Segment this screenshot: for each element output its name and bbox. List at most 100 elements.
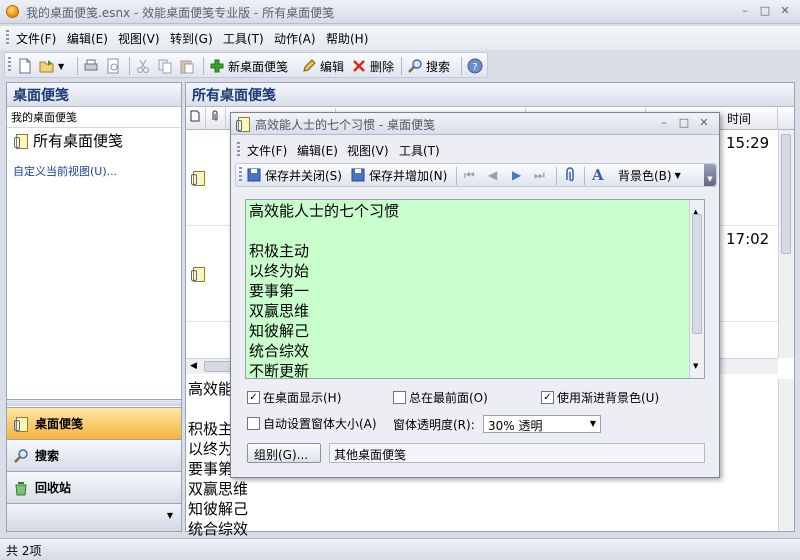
close-button[interactable]: ✕: [695, 115, 713, 131]
nav-splitter[interactable]: [7, 399, 181, 406]
scroll-down-icon[interactable]: ▼: [693, 356, 698, 376]
print-preview-button[interactable]: [105, 56, 121, 76]
window-title: 我的桌面便笺.esnx - 效能桌面便笺专业版 - 所有桌面便笺: [26, 6, 335, 20]
checkbox-checked[interactable]: ✓: [541, 391, 554, 404]
note-line: 以终为始: [249, 262, 310, 280]
scroll-left-icon[interactable]: ◀: [190, 361, 197, 371]
note-window-controls: – □ ✕: [655, 115, 713, 131]
copy-button[interactable]: [157, 56, 173, 76]
group-button[interactable]: 组别(G)...: [247, 443, 321, 463]
nav-folder-all-notes[interactable]: 所有桌面便笺: [7, 128, 181, 153]
checkbox-unchecked[interactable]: [393, 391, 406, 404]
menu-tools[interactable]: 工具(T): [223, 30, 264, 47]
menu-goto[interactable]: 转到(G): [170, 30, 213, 47]
nav-button-notes-label: 桌面便笺: [35, 417, 84, 431]
nav-folder-label: 所有桌面便笺: [33, 132, 124, 150]
note-vertical-scrollbar[interactable]: ▲ ▼: [689, 200, 704, 378]
auto-size-checkbox[interactable]: 自动设置窗体大小(A): [247, 415, 377, 432]
note-icon: [190, 170, 206, 186]
font-button[interactable]: A: [592, 165, 604, 185]
next-icon: ▶: [512, 168, 522, 182]
maximize-button[interactable]: □: [675, 115, 693, 131]
nav-button-recycle-label: 回收站: [35, 481, 72, 495]
new-document-button[interactable]: [17, 56, 33, 76]
menu-action[interactable]: 动作(A): [274, 30, 316, 47]
note-body-editor[interactable]: 高效能人士的七个习惯 积极主动 以终为始 要事第一 双赢思维 知彼解己 统合综效…: [245, 199, 705, 379]
customize-view-link[interactable]: 自定义当前视图(U)...: [7, 153, 181, 189]
save-close-label: 保存并关闭(S): [265, 168, 342, 183]
maximize-button[interactable]: □: [756, 3, 774, 19]
column-attachment[interactable]: [206, 108, 226, 130]
window-controls: – □ ✕: [736, 3, 794, 19]
paperclip-icon: [566, 167, 574, 182]
scroll-thumb[interactable]: [692, 214, 702, 334]
toolbar-grip[interactable]: [239, 167, 242, 183]
delete-button[interactable]: 删除: [351, 56, 394, 76]
menu-file[interactable]: 文件(F): [16, 30, 56, 47]
help-button[interactable]: ?: [467, 56, 483, 76]
list-vertical-scrollbar[interactable]: [778, 130, 794, 358]
show-on-desktop-checkbox[interactable]: ✓ 在桌面显示(H): [247, 389, 341, 406]
checkbox-checked[interactable]: ✓: [247, 391, 260, 404]
save-add-button[interactable]: 保存并增加(N): [350, 165, 447, 185]
note-title-bar[interactable]: 高效能人士的七个习惯 - 桌面便笺 – □ ✕: [231, 113, 719, 135]
note-menu-tools[interactable]: 工具(T): [399, 142, 440, 159]
list-header: 所有桌面便笺: [186, 83, 794, 107]
menu-grip[interactable]: [6, 30, 9, 46]
minimize-button[interactable]: –: [655, 115, 673, 131]
chevron-down-icon[interactable]: ▼: [590, 419, 596, 428]
chevron-down-icon[interactable]: ▼: [58, 62, 64, 71]
menu-grip[interactable]: [237, 142, 240, 158]
note-toolbar: 保存并关闭(S) 保存并增加(N) ⏮ ◀ ▶ ⏭ A 背景色(B) ▼ ▼: [235, 163, 717, 187]
toolbar-overflow-button[interactable]: ▼: [704, 164, 716, 186]
note-line: 双赢思维: [249, 302, 310, 320]
note-menu-view[interactable]: 视图(V): [347, 142, 389, 159]
chevron-down-icon[interactable]: ▼: [167, 511, 173, 520]
background-color-label: 背景色(B): [618, 168, 672, 183]
minimize-button[interactable]: –: [736, 3, 754, 19]
note-menu-edit[interactable]: 编辑(E): [297, 142, 338, 159]
new-note-button[interactable]: 新桌面便笺: [209, 56, 288, 76]
paste-icon: [180, 60, 194, 74]
print-button[interactable]: [83, 56, 99, 76]
opacity-select[interactable]: 30% 透明 ▼: [483, 415, 601, 433]
close-button[interactable]: ✕: [776, 3, 794, 19]
nav-button-recycle-bin[interactable]: 回收站: [7, 471, 181, 503]
toolbar-separator: [77, 57, 78, 75]
open-folder-button[interactable]: ▼: [39, 56, 64, 76]
last-icon: ⏭: [534, 167, 545, 182]
toolbar-grip[interactable]: [8, 57, 11, 73]
toolbar-separator: [129, 57, 130, 75]
always-on-top-checkbox[interactable]: 总在最前面(O): [393, 389, 488, 406]
new-note-label: 新桌面便笺: [228, 59, 289, 74]
last-record-button[interactable]: ⏭: [534, 165, 545, 185]
nav-button-notes[interactable]: 桌面便笺: [7, 407, 181, 439]
attach-button[interactable]: [562, 165, 578, 185]
nav-button-search[interactable]: 搜索: [7, 439, 181, 471]
pencil-icon: [303, 59, 316, 72]
note-menu-file[interactable]: 文件(F): [247, 142, 287, 159]
note-window-title: 高效能人士的七个习惯 - 桌面便笺: [255, 118, 435, 132]
cut-button[interactable]: [135, 56, 151, 76]
save-close-button[interactable]: 保存并关闭(S): [246, 165, 342, 185]
preview-line: 双赢思维: [188, 480, 249, 498]
gradient-background-checkbox[interactable]: ✓ 使用渐进背景色(U): [541, 389, 659, 406]
preview-vertical-scrollbar[interactable]: [778, 379, 794, 531]
menu-view[interactable]: 视图(V): [118, 30, 160, 47]
menu-edit[interactable]: 编辑(E): [67, 30, 108, 47]
next-record-button[interactable]: ▶: [512, 165, 521, 185]
note-window: 高效能人士的七个习惯 - 桌面便笺 – □ ✕ 文件(F) 编辑(E) 视图(V…: [230, 112, 720, 478]
menu-help[interactable]: 帮助(H): [326, 30, 368, 47]
app-icon: [6, 5, 19, 18]
paste-button[interactable]: [179, 56, 195, 76]
first-record-button[interactable]: ⏮: [464, 165, 475, 185]
previous-record-button[interactable]: ◀: [488, 165, 497, 185]
scroll-thumb[interactable]: [781, 134, 791, 254]
svg-text:?: ?: [472, 62, 477, 73]
checkbox-unchecked[interactable]: [247, 417, 260, 430]
edit-button[interactable]: 编辑: [301, 56, 344, 76]
note-line: 知彼解己: [249, 322, 310, 340]
search-button[interactable]: 搜索: [407, 56, 450, 76]
background-color-button[interactable]: 背景色(B) ▼: [618, 165, 681, 185]
column-type[interactable]: [186, 108, 206, 130]
